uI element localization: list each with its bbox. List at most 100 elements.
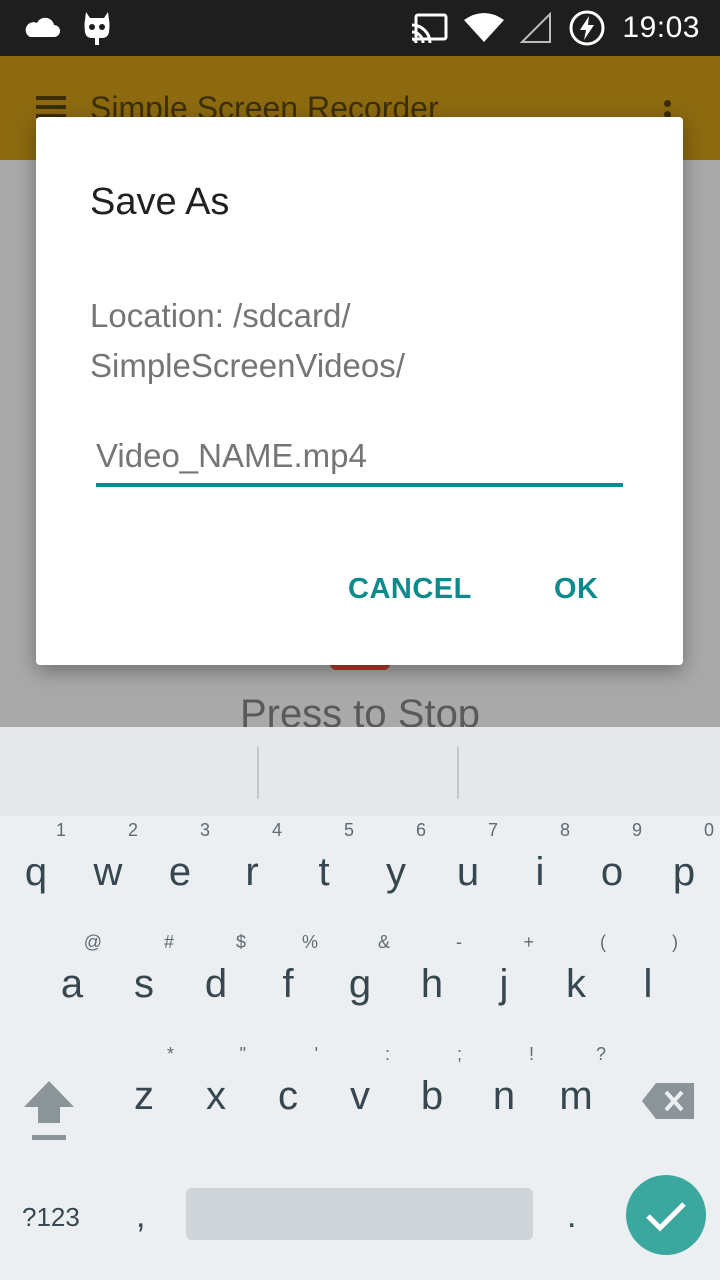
dialog-location-text: Location: /sdcard/ SimpleScreenVideos/	[90, 297, 405, 384]
ok-button[interactable]: OK	[554, 573, 599, 606]
key-l[interactable]: ) l	[612, 928, 684, 1038]
key-hint: @	[83, 932, 102, 952]
key-label: u	[456, 850, 480, 894]
key-label: j	[499, 962, 509, 1006]
dialog-title: Save As	[90, 181, 230, 223]
key-w[interactable]: 2w	[72, 816, 144, 926]
shift-key[interactable]	[22, 1077, 76, 1147]
suggestion-divider	[257, 747, 259, 799]
key-y[interactable]: 6y	[360, 816, 432, 926]
key-hint: #	[163, 932, 174, 952]
key-b[interactable]: ; b	[396, 1040, 468, 1150]
space-bar[interactable]	[186, 1188, 533, 1240]
key-label: f	[282, 962, 294, 1006]
key-v[interactable]: :v	[324, 1040, 396, 1150]
key-hint: 0	[703, 820, 714, 840]
key-a[interactable]: @ a	[36, 928, 108, 1038]
checkmark-icon	[646, 1202, 686, 1232]
key-r[interactable]: 4r	[216, 816, 288, 926]
key-hint: 7	[487, 820, 498, 840]
key-j[interactable]: + j	[468, 928, 540, 1038]
key-x[interactable]: " x	[180, 1040, 252, 1150]
key-label: h	[420, 962, 444, 1006]
key-label: e	[168, 850, 192, 894]
comma-key[interactable]: ,	[136, 1197, 145, 1236]
key-z[interactable]: * z	[108, 1040, 180, 1150]
status-time: 19:03	[622, 11, 700, 44]
key-label: g	[348, 962, 372, 1006]
key-label: t	[318, 850, 330, 894]
key-label: m	[559, 1074, 593, 1118]
key-h[interactable]: -h	[396, 928, 468, 1038]
key-g[interactable]: & g	[324, 928, 396, 1038]
key-hint: -	[456, 932, 462, 952]
backspace-icon	[642, 1083, 694, 1119]
cast-icon	[412, 13, 448, 43]
key-hint: 6	[415, 820, 426, 840]
enter-key[interactable]	[626, 1175, 706, 1255]
key-hint: $	[235, 932, 246, 952]
key-label: o	[600, 850, 624, 894]
key-hint: (	[600, 932, 606, 952]
key-label: p	[672, 850, 696, 894]
key-p[interactable]: 0p	[648, 816, 720, 926]
key-f[interactable]: % f	[252, 928, 324, 1038]
key-hint: "	[239, 1044, 246, 1064]
key-hint: %	[301, 932, 318, 952]
backspace-key[interactable]	[640, 1081, 696, 1121]
key-d[interactable]: $ d	[180, 928, 252, 1038]
key-label: y	[386, 850, 406, 894]
key-hint: 5	[343, 820, 354, 840]
key-hint: 2	[127, 820, 138, 840]
signal-icon	[520, 12, 552, 43]
key-hint: '	[314, 1044, 318, 1064]
key-hint: ;	[456, 1044, 462, 1064]
screen: 19:03 Simple Screen Recorder Press to St…	[0, 0, 720, 1280]
key-u[interactable]: 7u	[432, 816, 504, 926]
key-n[interactable]: ! n	[468, 1040, 540, 1150]
key-label: k	[566, 962, 586, 1006]
key-label: x	[206, 1074, 226, 1118]
key-hint: 4	[271, 820, 282, 840]
status-bar: 19:03	[0, 0, 720, 56]
key-label: w	[93, 850, 123, 894]
suggestion-strip	[0, 727, 720, 816]
key-label: a	[60, 962, 84, 1006]
key-s[interactable]: # s	[108, 928, 180, 1038]
key-label: q	[24, 850, 48, 894]
key-e[interactable]: 3e	[144, 816, 216, 926]
key-hint: !	[528, 1044, 534, 1064]
menu-icon[interactable]	[36, 96, 66, 118]
wifi-icon	[464, 13, 505, 42]
key-o[interactable]: 9o	[576, 816, 648, 926]
cloud-icon	[25, 17, 60, 37]
key-m[interactable]: ? m	[540, 1040, 612, 1150]
key-label: s	[134, 962, 154, 1006]
key-hint: &	[377, 932, 390, 952]
key-t[interactable]: 5t	[288, 816, 360, 926]
key-q[interactable]: 1q	[0, 816, 72, 926]
key-label: i	[535, 850, 545, 894]
key-label: d	[204, 962, 228, 1006]
key-label: b	[420, 1074, 444, 1118]
key-label: n	[492, 1074, 516, 1118]
key-hint: )	[672, 932, 678, 952]
key-label: v	[350, 1074, 370, 1118]
key-hint: +	[523, 932, 534, 952]
key-hint: *	[166, 1044, 174, 1064]
key-c[interactable]: ' c	[252, 1040, 324, 1150]
battery-charging-icon	[569, 10, 605, 46]
key-hint: :	[384, 1044, 390, 1064]
filename-input[interactable]	[96, 429, 623, 487]
save-as-dialog: Save As Location: /sdcard/ SimpleScreenV…	[36, 117, 683, 665]
key-label: c	[278, 1074, 298, 1118]
key-k[interactable]: (k	[540, 928, 612, 1038]
symbols-key[interactable]: ?123	[22, 1202, 80, 1233]
suggestion-divider	[457, 747, 459, 799]
key-hint: 8	[559, 820, 570, 840]
period-key[interactable]: .	[567, 1197, 576, 1236]
key-i[interactable]: 8i	[504, 816, 576, 926]
cancel-button[interactable]: CANCEL	[348, 573, 472, 606]
key-hint: ?	[595, 1044, 606, 1064]
cyanogen-icon	[84, 12, 110, 45]
